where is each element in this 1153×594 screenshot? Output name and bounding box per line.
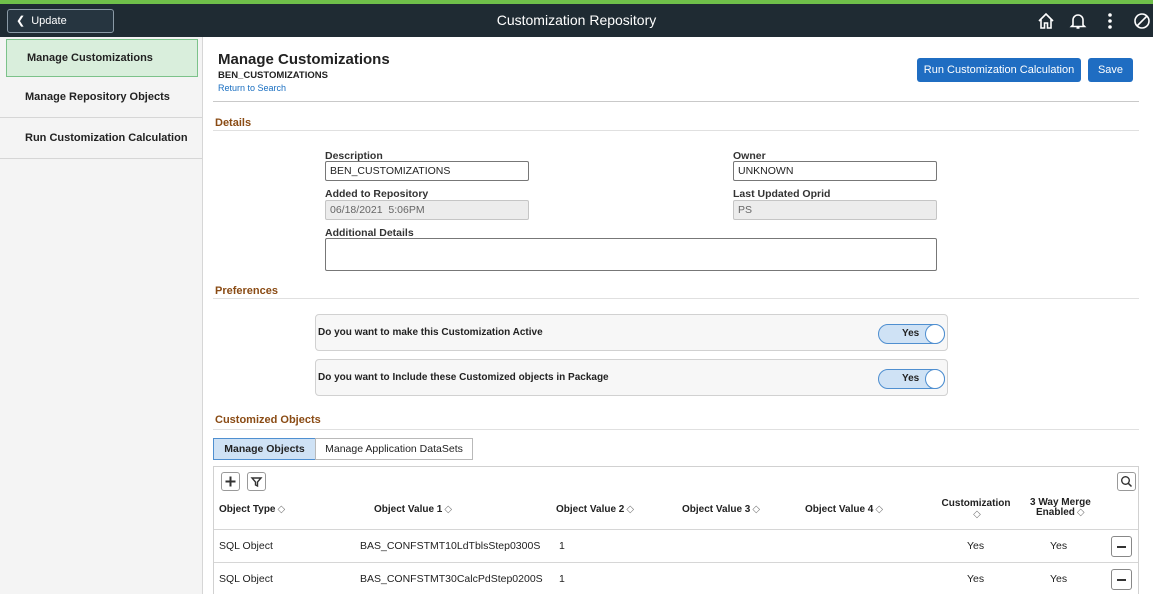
preference-package-question: Do you want to Include these Customized … xyxy=(318,372,609,383)
column-header-object-type[interactable]: Object Type ◇ xyxy=(219,504,285,515)
cell-merge-enabled: Yes xyxy=(1050,540,1068,552)
page-title: Manage Customizations xyxy=(218,51,390,68)
sort-icon: ◇ xyxy=(973,509,981,520)
cell-object-type: SQL Object xyxy=(219,573,273,585)
cell-merge-enabled: Yes xyxy=(1050,573,1068,585)
delete-row-button[interactable] xyxy=(1111,569,1132,590)
app-title: Customization Repository xyxy=(496,12,657,28)
toggle-knob xyxy=(925,324,945,344)
details-section-title: Details xyxy=(215,117,252,129)
save-button[interactable]: Save xyxy=(1088,58,1133,82)
preference-package-row: Do you want to Include these Customized … xyxy=(315,359,948,396)
column-header-customization[interactable]: Customization ◇ xyxy=(941,498,1011,520)
additional-details-field[interactable] xyxy=(325,238,937,271)
home-icon[interactable] xyxy=(1036,11,1056,31)
sort-icon: ◇ xyxy=(277,504,286,515)
sidebar-item-manage-repository-objects[interactable]: Manage Repository Objects xyxy=(0,77,202,118)
return-to-search-link[interactable]: Return to Search xyxy=(218,83,286,93)
filter-icon xyxy=(250,477,263,488)
search-icon xyxy=(1121,476,1133,488)
table-row: SQL Object BAS_CONFSTMT10LdTblsStep0300S… xyxy=(214,529,1138,562)
last-updated-oprid-field: PS xyxy=(733,200,937,220)
minus-icon xyxy=(1117,546,1126,548)
preferences-section-title: Preferences xyxy=(215,285,278,297)
added-to-repository-field: 06/18/2021 5:06PM xyxy=(325,200,529,220)
toggle-knob xyxy=(925,369,945,389)
header-divider xyxy=(213,101,1139,102)
sidebar-item-manage-customizations[interactable]: Manage Customizations xyxy=(6,39,198,77)
tab-manage-application-datasets[interactable]: Manage Application DataSets xyxy=(315,438,473,460)
active-toggle-label: Yes xyxy=(902,328,920,339)
cell-object-value-1: BAS_CONFSTMT10LdTblsStep0300S xyxy=(360,540,541,552)
plus-icon xyxy=(225,476,236,487)
cell-object-value-2: 1 xyxy=(559,573,565,585)
bell-icon[interactable] xyxy=(1068,11,1088,31)
sidebar: Manage Customizations Manage Repository … xyxy=(0,37,203,594)
active-toggle[interactable]: Yes xyxy=(878,324,945,344)
package-toggle-label: Yes xyxy=(902,373,920,384)
add-row-button[interactable] xyxy=(221,472,240,491)
description-field[interactable]: BEN_CUSTOMIZATIONS xyxy=(325,161,529,181)
page-subtitle: BEN_CUSTOMIZATIONS xyxy=(218,70,328,81)
sort-icon: ◇ xyxy=(875,504,884,515)
sort-icon: ◇ xyxy=(752,504,761,515)
added-to-repository-label: Added to Repository xyxy=(325,188,429,200)
cell-object-type: SQL Object xyxy=(219,540,273,552)
owner-field[interactable]: UNKNOWN xyxy=(733,161,937,181)
cell-customization: Yes xyxy=(967,573,985,585)
last-updated-oprid-label: Last Updated Oprid xyxy=(733,188,831,200)
preference-active-row: Do you want to make this Customization A… xyxy=(315,314,948,351)
navbar-icon[interactable] xyxy=(1132,11,1152,31)
column-header-object-value-3[interactable]: Object Value 3 ◇ xyxy=(682,504,760,515)
cell-object-value-1: BAS_CONFSTMT30CalcPdStep0200S xyxy=(360,573,543,585)
search-button[interactable] xyxy=(1117,472,1136,491)
tab-manage-objects[interactable]: Manage Objects xyxy=(213,438,316,460)
table-row: SQL Object BAS_CONFSTMT30CalcPdStep0200S… xyxy=(214,562,1138,594)
sort-icon: ◇ xyxy=(1076,507,1085,518)
more-vertical-icon[interactable] xyxy=(1100,11,1120,31)
delete-row-button[interactable] xyxy=(1111,536,1132,557)
column-header-object-value-2[interactable]: Object Value 2 ◇ xyxy=(556,504,634,515)
column-header-object-value-4[interactable]: Object Value 4 ◇ xyxy=(805,504,883,515)
top-navbar: ❮Update Manager Customization Repository xyxy=(0,4,1153,49)
objects-divider xyxy=(213,429,1139,430)
preference-active-question: Do you want to make this Customization A… xyxy=(318,327,543,338)
package-toggle[interactable]: Yes xyxy=(878,369,945,389)
sidebar-item-run-customization-calculation[interactable]: Run Customization Calculation xyxy=(0,118,202,159)
minus-icon xyxy=(1117,579,1126,581)
cell-object-value-2: 1 xyxy=(559,540,565,552)
column-header-object-value-1[interactable]: Object Value 1 ◇ xyxy=(374,504,452,515)
cell-customization: Yes xyxy=(967,540,985,552)
sort-icon: ◇ xyxy=(626,504,635,515)
customized-objects-section-title: Customized Objects xyxy=(215,414,321,426)
preferences-divider xyxy=(213,298,1139,299)
filter-button[interactable] xyxy=(247,472,266,491)
sort-icon: ◇ xyxy=(444,504,453,515)
details-divider xyxy=(213,130,1139,131)
objects-grid: Object Type ◇ Object Value 1 ◇ Object Valu… xyxy=(213,466,1139,594)
column-header-3-way-merge[interactable]: 3 Way Merge Enabled ◇ xyxy=(1030,498,1091,518)
run-calculation-button[interactable]: Run Customization Calculation xyxy=(917,58,1081,82)
main-content: Manage Customizations BEN_CUSTOMIZATIONS… xyxy=(203,37,1153,594)
